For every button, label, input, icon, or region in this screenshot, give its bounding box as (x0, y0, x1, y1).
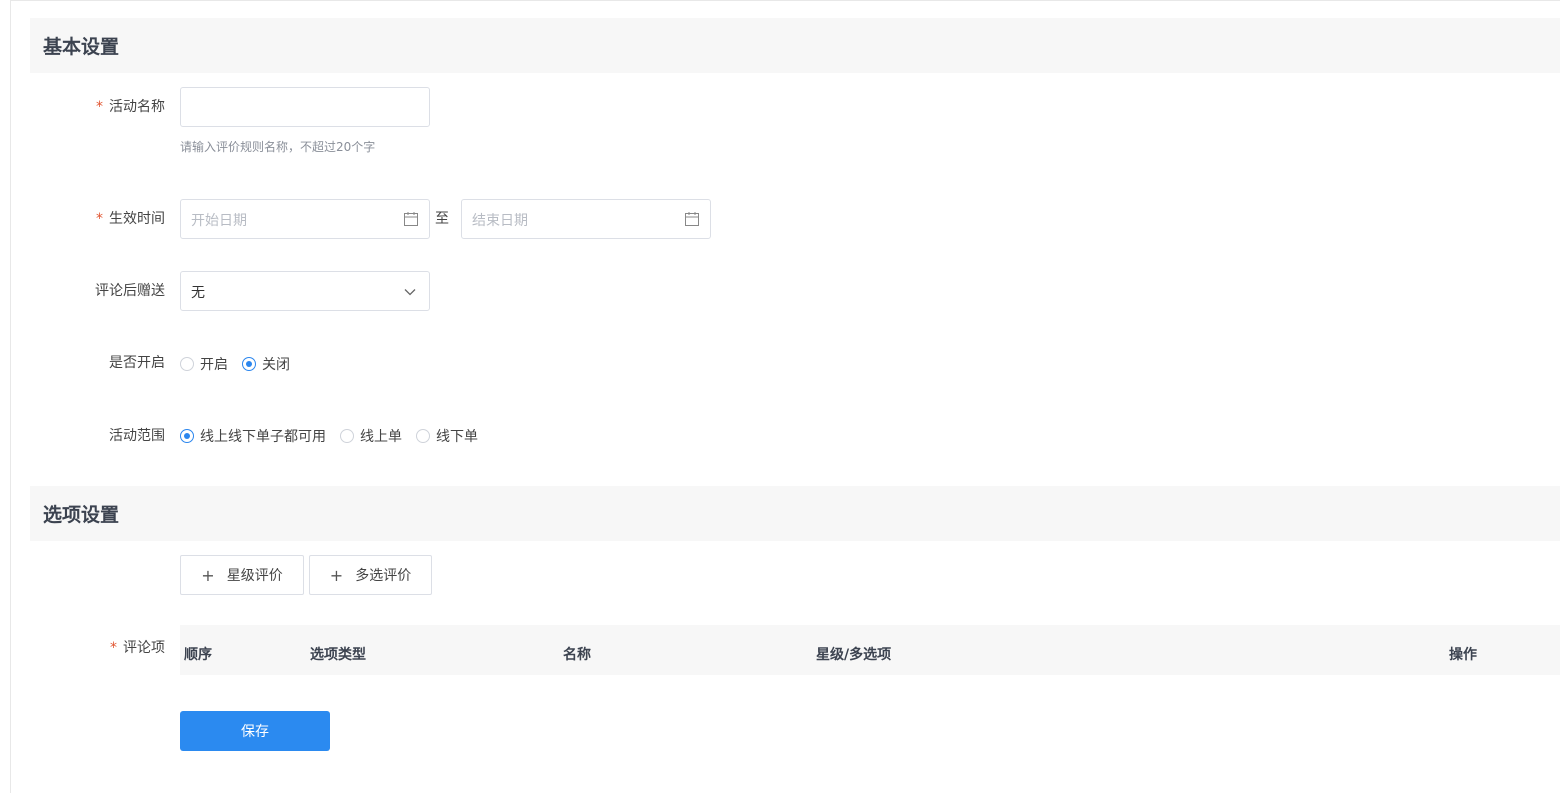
add-star-rating-button[interactable]: + 星级评价 (180, 555, 304, 595)
calendar-icon (685, 212, 699, 226)
plus-icon: + (201, 565, 215, 585)
radio-dot (416, 429, 430, 443)
required-star: * (96, 99, 103, 115)
radio-dot (242, 357, 256, 371)
radio-enable-on[interactable]: 开启 (180, 354, 228, 374)
save-button[interactable]: 保存 (180, 711, 330, 751)
radio-dot (340, 429, 354, 443)
chevron-down-icon (404, 289, 416, 296)
radio-scope-all[interactable]: 线上线下单子都可用 (180, 426, 326, 446)
comment-items-table-header: 顺序 选项类型 名称 星级/多选项 操作 (180, 625, 1560, 675)
column-header-order: 顺序 (184, 647, 212, 663)
section-header-options: 选项设置 (30, 486, 1560, 541)
calendar-icon (404, 212, 418, 226)
section-header-basic: 基本设置 (30, 18, 1560, 73)
scope-label: 活动范围 (109, 428, 165, 444)
radio-dot (180, 357, 194, 371)
scope-radio-group: 线上线下单子都可用 线上单 线下单 (180, 426, 492, 446)
comment-items-label: * 评论项 (110, 640, 165, 656)
start-date-placeholder: 开始日期 (191, 213, 247, 229)
gift-label: 评论后赠送 (95, 283, 165, 299)
activity-name-label: * 活动名称 (96, 99, 165, 115)
required-star: * (96, 211, 103, 227)
activity-name-hint: 请输入评价规则名称，不超过20个字 (180, 140, 376, 154)
plus-icon: + (329, 565, 344, 585)
gift-selected-value: 无 (191, 285, 205, 301)
end-date-input[interactable]: 结束日期 (461, 199, 711, 239)
activity-name-input[interactable] (180, 87, 430, 127)
radio-scope-offline[interactable]: 线下单 (416, 426, 478, 446)
radio-scope-online[interactable]: 线上单 (340, 426, 402, 446)
start-date-input[interactable]: 开始日期 (180, 199, 430, 239)
column-header-name: 名称 (563, 647, 591, 663)
enabled-radio-group: 开启 关闭 (180, 354, 304, 374)
required-star: * (110, 640, 117, 656)
effective-time-label: * 生效时间 (96, 211, 165, 227)
column-header-options: 星级/多选项 (816, 647, 892, 663)
column-header-type: 选项类型 (310, 647, 366, 663)
radio-dot (180, 429, 194, 443)
section-title-basic: 基本设置 (43, 36, 120, 58)
column-header-actions: 操作 (1449, 647, 1477, 663)
add-multi-choice-button[interactable]: + 多选评价 (309, 555, 432, 595)
gift-select[interactable]: 无 (180, 271, 430, 311)
radio-enable-off[interactable]: 关闭 (242, 354, 290, 374)
enabled-label: 是否开启 (109, 355, 165, 371)
section-title-options: 选项设置 (43, 504, 120, 526)
date-separator: 至 (435, 211, 449, 227)
end-date-placeholder: 结束日期 (472, 213, 528, 229)
